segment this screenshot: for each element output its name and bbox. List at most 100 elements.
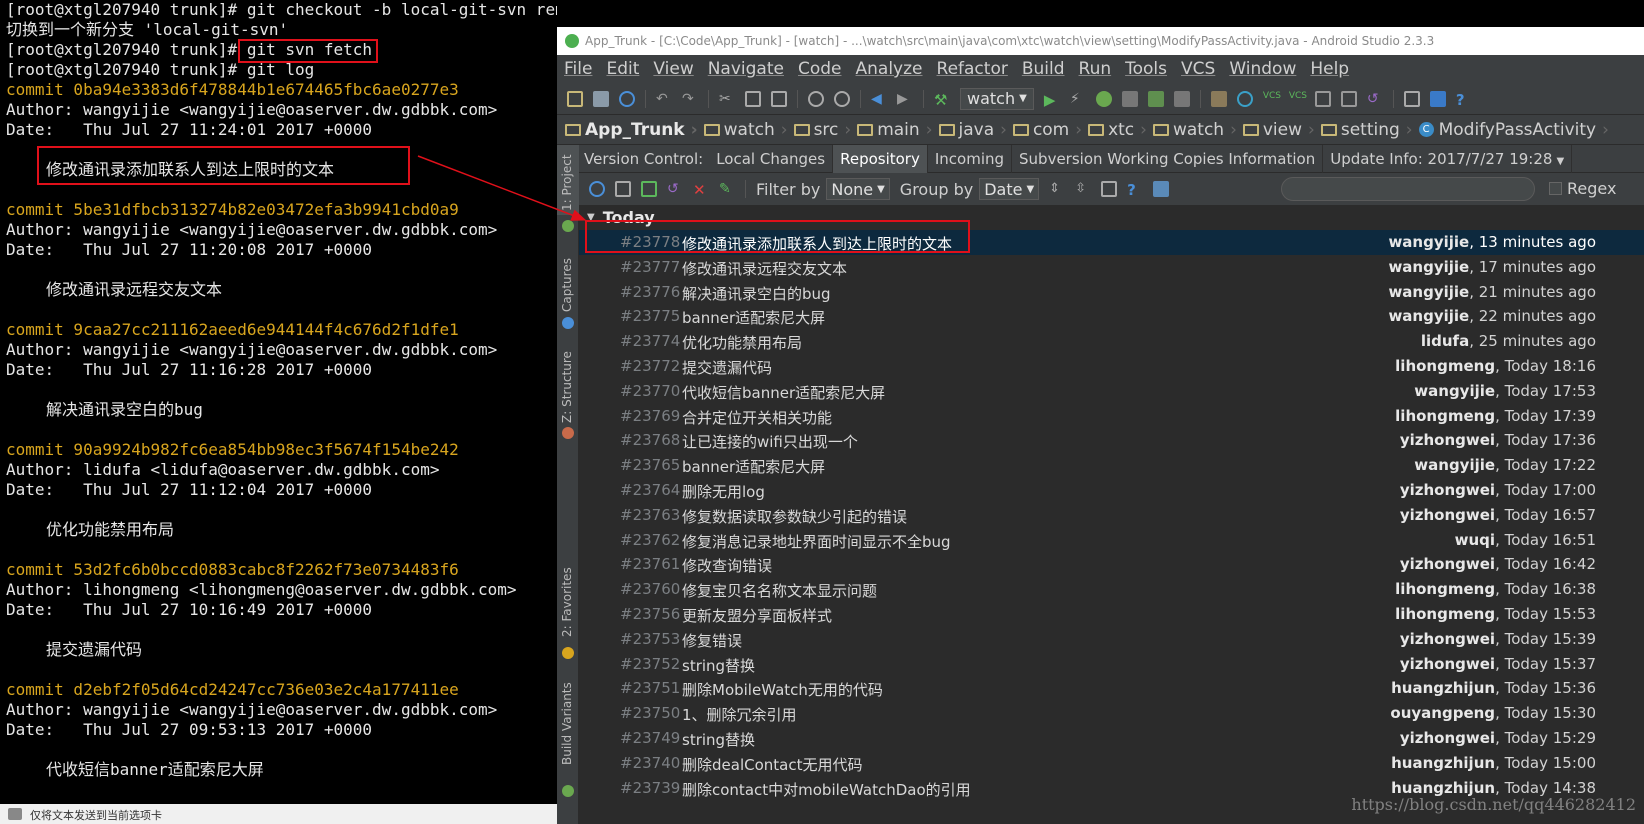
commit-row[interactable]: #23762 修复消息记录地址界面时间显示不全bug wuqi, Today 16:… bbox=[579, 528, 1644, 553]
vcs-update-icon[interactable] bbox=[1236, 90, 1253, 107]
copy-icon[interactable] bbox=[745, 90, 761, 107]
commit-row[interactable]: #23768 让已连接的wifi只出现一个 yizhongwei, Today 17… bbox=[579, 428, 1644, 453]
save-icon[interactable] bbox=[593, 90, 609, 107]
menu-run[interactable]: Run bbox=[1079, 59, 1112, 79]
replace-icon[interactable] bbox=[834, 90, 850, 107]
menu-edit[interactable]: Edit bbox=[606, 59, 639, 79]
terminal-window[interactable]: [root@xtgl207940 trunk]# git checkout -b… bbox=[0, 0, 557, 804]
vcs-history-icon[interactable] bbox=[1314, 90, 1331, 107]
commit-row[interactable]: #23769 合并定位开关相关功能 lihongmeng, Today 17:39 bbox=[579, 404, 1644, 429]
breadcrumb-item[interactable]: main › bbox=[857, 120, 933, 140]
side-tab-structure[interactable]: Z: Structure bbox=[557, 333, 579, 428]
breadcrumb-item[interactable]: watch › bbox=[1152, 120, 1237, 140]
menu-vcs[interactable]: VCS bbox=[1181, 59, 1215, 79]
debug-icon[interactable] bbox=[1095, 90, 1112, 107]
commit-row[interactable]: #23749 string替换 yizhongwei, Today 15:29 bbox=[579, 726, 1644, 751]
breadcrumb-item[interactable]: watch › bbox=[703, 120, 788, 140]
side-tab-project[interactable]: 1: Project bbox=[557, 145, 579, 215]
menu-refactor[interactable]: Refactor bbox=[937, 59, 1008, 79]
breadcrumb-item[interactable]: view › bbox=[1242, 120, 1315, 140]
breadcrumb-item[interactable]: xtc › bbox=[1088, 120, 1147, 140]
group-select[interactable]: Date ▼ bbox=[979, 178, 1040, 200]
copy-revision-icon[interactable] bbox=[1101, 181, 1118, 197]
stop-icon[interactable] bbox=[1173, 90, 1190, 107]
log-search-input[interactable] bbox=[1281, 177, 1535, 201]
create-patch-icon[interactable] bbox=[615, 181, 631, 197]
make-project-icon[interactable]: ⚒ bbox=[934, 91, 950, 109]
breadcrumb-item[interactable]: com › bbox=[1012, 120, 1082, 140]
vc-tab-subversion-working-copies-information[interactable]: Subversion Working Copies Information bbox=[1012, 144, 1324, 173]
menu-tools[interactable]: Tools bbox=[1125, 59, 1167, 79]
breadcrumb-item[interactable]: setting › bbox=[1320, 120, 1413, 140]
commit-row[interactable]: #23760 修复宝贝名名称文本显示问题 lihongmeng, Today 16:… bbox=[579, 577, 1644, 602]
refresh-icon[interactable] bbox=[589, 181, 605, 197]
run-config-select[interactable]: watch ▼ bbox=[960, 87, 1034, 110]
commit-row[interactable]: #23774 优化功能禁用布局 lidufa, 25 minutes ago bbox=[579, 329, 1644, 354]
menu-help[interactable]: Help bbox=[1310, 59, 1349, 79]
commit-row[interactable]: #23751 删除MobileWatch无用的代码 huangzhijun, Tod… bbox=[579, 676, 1644, 701]
side-tab-build-variants[interactable]: Build Variants bbox=[557, 675, 579, 780]
vcs-revert-icon[interactable]: ↺ bbox=[1367, 91, 1383, 107]
menu-navigate[interactable]: Navigate bbox=[708, 59, 784, 79]
commit-row[interactable]: #23775 banner适配索尼大屏 wangyijie, 22 minutes … bbox=[579, 304, 1644, 329]
commit-row[interactable]: #23776 解决通讯录空白的bug wangyijie, 21 minutes a… bbox=[579, 280, 1644, 305]
commit-row[interactable]: #23740 删除dealContact无用代码 huangzhijun, Toda… bbox=[579, 751, 1644, 776]
vcs-push-icon[interactable]: VCS bbox=[1289, 91, 1307, 107]
profile-icon[interactable] bbox=[1121, 90, 1138, 107]
commit-log-list[interactable]: ▼ Today #23778 修改通讯录添加联系人到达上限时的文本 wangyiji… bbox=[579, 205, 1644, 824]
find-icon[interactable] bbox=[808, 90, 824, 107]
menu-window[interactable]: Window bbox=[1229, 59, 1296, 79]
get-revision-icon[interactable] bbox=[641, 181, 657, 197]
help-icon[interactable]: ? bbox=[1127, 181, 1143, 199]
project-structure-icon[interactable] bbox=[1403, 90, 1420, 107]
vcs-commit-icon[interactable]: VCS bbox=[1263, 91, 1281, 107]
commit-row[interactable]: #23763 修复数据读取参数缺少引起的错误 yizhongwei, Today 1… bbox=[579, 503, 1644, 528]
collapse-all-icon[interactable]: ⇳ bbox=[1075, 181, 1091, 197]
breadcrumb-item[interactable]: src › bbox=[793, 120, 851, 140]
filter-select[interactable]: None ▼ bbox=[826, 178, 890, 200]
revert-changes-icon[interactable]: ↺ bbox=[667, 181, 683, 197]
breadcrumb-current-class[interactable]: C ModifyPassActivity › bbox=[1418, 120, 1609, 140]
back-icon[interactable]: ◀ bbox=[871, 91, 887, 107]
commit-row[interactable]: #23777 修改通讯录远程交友文本 wangyijie, 17 minutes a… bbox=[579, 255, 1644, 280]
commit-row[interactable]: #23761 修改查询错误 yizhongwei, Today 16:42 bbox=[579, 552, 1644, 577]
settings-icon[interactable] bbox=[1153, 181, 1170, 197]
vc-tab-local-changes[interactable]: Local Changes bbox=[709, 144, 834, 173]
help-icon[interactable]: ? bbox=[1456, 91, 1472, 109]
edit-icon[interactable]: ✎ bbox=[719, 181, 735, 197]
menu-build[interactable]: Build bbox=[1022, 59, 1065, 79]
redo-icon[interactable]: ↷ bbox=[682, 91, 698, 107]
run-icon[interactable]: ▶ bbox=[1044, 91, 1060, 109]
commit-row[interactable]: #23764 删除无用log yizhongwei, Today 17:00 bbox=[579, 478, 1644, 503]
vc-tab-incoming[interactable]: Incoming bbox=[928, 144, 1013, 173]
side-tab-favorites[interactable]: 2: Favorites bbox=[557, 565, 579, 650]
menu-view[interactable]: View bbox=[653, 59, 693, 79]
paste-icon[interactable] bbox=[771, 90, 787, 107]
breadcrumb-item[interactable]: java › bbox=[938, 120, 1007, 140]
menu-file[interactable]: File bbox=[564, 59, 592, 79]
group-header-today[interactable]: ▼ Today bbox=[579, 205, 1644, 230]
avd-manager-icon[interactable] bbox=[1210, 90, 1227, 107]
cut-icon[interactable]: ✂ bbox=[719, 91, 735, 107]
commit-row[interactable]: #23770 代收短信banner适配索尼大屏 wangyijie, Today 1… bbox=[579, 379, 1644, 404]
menu-code[interactable]: Code bbox=[798, 59, 842, 79]
regex-checkbox[interactable] bbox=[1549, 182, 1562, 195]
undo-icon[interactable]: ↶ bbox=[656, 91, 672, 107]
menu-analyze[interactable]: Analyze bbox=[856, 59, 923, 79]
sync-icon[interactable] bbox=[619, 90, 635, 107]
commit-row[interactable]: #23753 修复错误 yizhongwei, Today 15:39 bbox=[579, 627, 1644, 652]
breadcrumb-item[interactable]: App_Trunk › bbox=[565, 120, 698, 140]
vc-tab-repository[interactable]: Repository bbox=[833, 144, 928, 173]
apply-changes-icon[interactable]: ⚡ bbox=[1070, 91, 1086, 107]
expand-all-icon[interactable]: ⇕ bbox=[1049, 181, 1065, 197]
open-folder-icon[interactable] bbox=[567, 90, 583, 107]
attach-debugger-icon[interactable] bbox=[1147, 90, 1164, 107]
forward-icon[interactable]: ▶ bbox=[897, 91, 913, 107]
vcs-compare-icon[interactable] bbox=[1340, 90, 1357, 107]
vc-tab-update-info[interactable]: Update Info: 2017/7/27 19:28 ▼ bbox=[1323, 144, 1573, 173]
expand-triangle-icon[interactable]: ▼ bbox=[587, 212, 595, 223]
commit-row[interactable]: #23750 1、删除冗余引用 ouyangpeng, Today 15:30 bbox=[579, 701, 1644, 726]
commit-row[interactable]: #23756 更新友盟分享面板样式 lihongmeng, Today 15:53 bbox=[579, 602, 1644, 627]
commit-row[interactable]: #23778 修改通讯录添加联系人到达上限时的文本 wangyijie, 13 mi… bbox=[579, 230, 1644, 255]
side-tab-captures[interactable]: Captures bbox=[557, 240, 579, 320]
